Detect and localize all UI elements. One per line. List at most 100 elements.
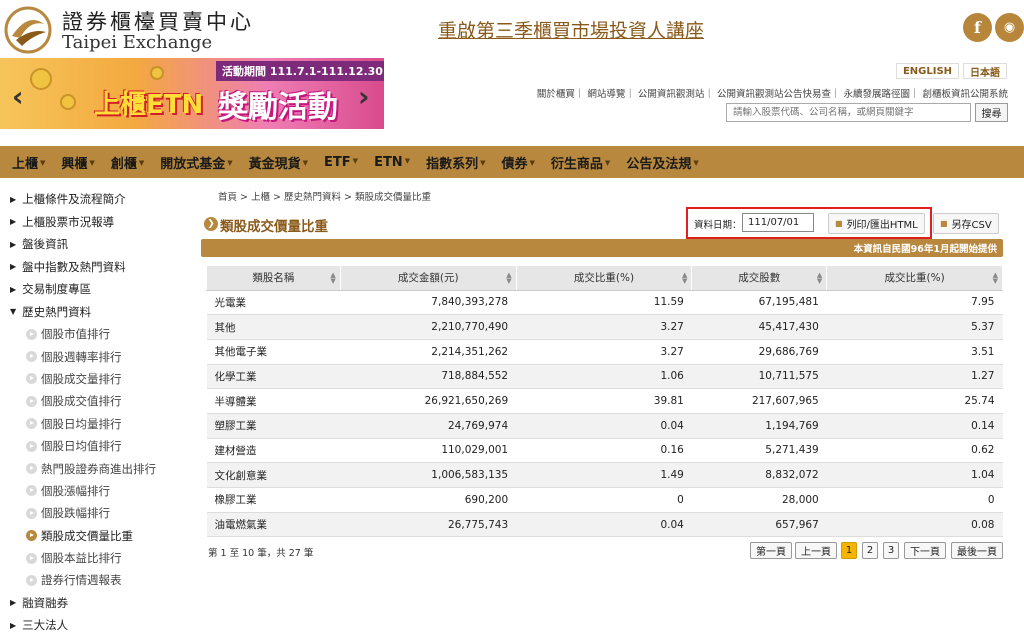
sidebar-item[interactable]: ▶ 上櫃股票市況報導 xyxy=(0,211,190,234)
sidebar-subitem-label: 個股本益比排行 xyxy=(41,551,122,566)
nav-item[interactable]: 衍生商品 ▼ xyxy=(551,153,610,172)
sort-icon: ▲ ▼ xyxy=(816,271,823,285)
cell-amount-ratio: 0.04 xyxy=(516,413,692,439)
column-header[interactable]: 成交股數 ▲ ▼ xyxy=(691,265,828,291)
print-export-button[interactable]: ■ 列印/匯出HTML xyxy=(828,213,925,234)
sidebar-item[interactable]: ▶ 上櫃條件及流程簡介 xyxy=(0,188,190,211)
caret-down-icon: ▼ xyxy=(604,158,611,167)
next-page-button[interactable]: 下一頁 xyxy=(904,542,946,559)
column-header[interactable]: 成交比重(%) ▲ ▼ xyxy=(826,265,1003,291)
sidebar-subitem-label: 個股日均值排行 xyxy=(41,439,122,454)
facebook-icon[interactable]: f xyxy=(963,13,992,42)
sidebar-subitem-active[interactable]: 類股成交價量比重 xyxy=(0,525,190,547)
table-row: 塑膠工業 24,769,974 0.04 1,194,769 0.14 xyxy=(206,413,1003,439)
cell-volume-ratio: 5.37 xyxy=(826,314,1003,340)
sidebar-item-label: 上櫃條件及流程簡介 xyxy=(22,192,126,207)
table-row: 文化創意業 1,006,583,135 1.49 8,832,072 1.04 xyxy=(206,462,1003,488)
table-row: 半導體業 26,921,650,269 39.81 217,607,965 25.74 xyxy=(206,388,1003,414)
first-page-button[interactable]: 第一頁 xyxy=(750,542,792,559)
cell-volume: 8,832,072 xyxy=(691,462,827,488)
nav-item[interactable]: ETN ▼ xyxy=(374,155,410,170)
save-csv-button[interactable]: ■ 另存CSV xyxy=(933,213,999,234)
caret-down-icon: ▼ xyxy=(352,156,359,165)
sidebar: ▶ 上櫃條件及流程簡介 ▶ 上櫃股票市況報導 ▶ 盤後資訊 ▶ 盤中指數及熱門資料 ▶ 交… xyxy=(0,188,190,637)
cell-volume: 45,417,430 xyxy=(691,314,827,340)
sidebar-subitem[interactable]: 個股成交值排行 xyxy=(0,390,190,412)
sidebar-subitem[interactable]: 個股市值排行 xyxy=(0,323,190,345)
headline-link[interactable]: 重啟第三季櫃買市場投資人講座 xyxy=(438,16,704,43)
column-header-label: 成交比重(%) xyxy=(573,272,635,285)
nav-item[interactable]: 公告及法規 ▼ xyxy=(626,153,698,172)
sidebar-subitem[interactable]: 個股週轉率排行 xyxy=(0,345,190,367)
nav-label: 指數系列 xyxy=(426,156,479,172)
cell-amount: 26,775,743 xyxy=(340,512,517,538)
page-button[interactable]: 2 xyxy=(862,542,878,559)
date-input[interactable]: 111/07/01 xyxy=(742,213,814,232)
sidebar-subitem[interactable]: 證券行情週報表 xyxy=(0,569,190,591)
sidebar-subitem[interactable]: 個股跌幅排行 xyxy=(0,502,190,524)
bullet-arrow-icon xyxy=(26,485,37,497)
sidebar-item[interactable]: ▶ 交易制度專區 xyxy=(0,278,190,301)
nav-label: ETN xyxy=(374,154,403,170)
search-input[interactable] xyxy=(726,103,971,122)
sidebar-subitem[interactable]: 個股漲幅排行 xyxy=(0,480,190,502)
last-page-button[interactable]: 最後一頁 xyxy=(951,542,1003,559)
nav-item[interactable]: 興櫃 ▼ xyxy=(61,153,94,172)
table-header-row: 類股名稱 ▲ ▼ 成交金額(元) ▲ ▼ 成交比重(%) ▲ ▼ 成交股數 ▲ ▼ 成交比重(%… xyxy=(206,265,1003,291)
nav-item[interactable]: 上櫃 ▼ xyxy=(12,153,45,172)
sidebar-item[interactable]: ▶ 三大法人 xyxy=(0,614,190,637)
sidebar-subitem[interactable]: 個股日均值排行 xyxy=(0,435,190,457)
english-link[interactable]: ENGLISH xyxy=(896,63,959,79)
breadcrumb[interactable]: 首頁 > 上櫃 > 歷史熱門資料 > 類股成交價量比重 xyxy=(218,189,431,203)
sidebar-item[interactable]: ▶ 融資融券 xyxy=(0,592,190,615)
promo-banner[interactable]: 活動期間 111.7.1-111.12.30 上櫃ETN 獎勵活動 ‹ › xyxy=(0,58,384,129)
sidebar-item-label: 歷史熱門資料 xyxy=(22,304,92,319)
page-button-active[interactable]: 1 xyxy=(841,542,857,559)
sidebar-subitem[interactable]: 熱門股證券商進出排行 xyxy=(0,457,190,479)
nav-label: 衍生商品 xyxy=(550,156,603,172)
nav-item[interactable]: 開放式基金 ▼ xyxy=(160,153,232,172)
cell-sector: 橡膠工業 xyxy=(206,487,341,513)
column-header[interactable]: 類股名稱 ▲ ▼ xyxy=(206,265,341,291)
sidebar-subitem[interactable]: 個股本益比排行 xyxy=(0,547,190,569)
table-row: 橡膠工業 690,200 0 28,000 0 xyxy=(206,487,1003,513)
table-row: 建材營造 110,029,001 0.16 5,271,439 0.62 xyxy=(206,438,1003,464)
banner-next-arrow-icon[interactable]: › xyxy=(358,80,370,113)
cell-volume: 217,607,965 xyxy=(691,388,827,414)
column-header[interactable]: 成交金額(元) ▲ ▼ xyxy=(339,265,517,291)
cell-volume: 28,000 xyxy=(691,487,827,513)
cell-amount: 2,210,770,490 xyxy=(340,314,517,340)
sidebar-subitem[interactable]: 個股日均量排行 xyxy=(0,413,190,435)
nav-item[interactable]: 債券 ▼ xyxy=(502,153,535,172)
prev-page-button[interactable]: 上一頁 xyxy=(795,542,837,559)
nav-item[interactable]: 指數系列 ▼ xyxy=(426,153,485,172)
top-links[interactable]: 關於櫃買｜ 網站導覽｜ 公開資訊觀測站｜ 公開資訊觀測站公告快易查｜ 永續發展路… xyxy=(537,86,1008,100)
triangle-right-icon: ▶ xyxy=(10,620,17,630)
japanese-link[interactable]: 日本語 xyxy=(963,63,1007,79)
rss-icon[interactable]: ◉ xyxy=(995,13,1024,42)
search-button[interactable]: 搜尋 xyxy=(975,103,1008,122)
nav-item[interactable]: ETF ▼ xyxy=(324,155,358,170)
arrow-circle-icon: ❯ xyxy=(204,217,218,231)
cell-amount: 26,921,650,269 xyxy=(340,388,517,414)
nav-item[interactable]: 黃金現貨 ▼ xyxy=(249,153,308,172)
triangle-right-icon: ▶ xyxy=(10,598,17,608)
sidebar-subitem[interactable]: 個股成交量排行 xyxy=(0,368,190,390)
cell-amount: 110,029,001 xyxy=(340,438,517,464)
column-header[interactable]: 成交比重(%) ▲ ▼ xyxy=(515,265,693,291)
page-button[interactable]: 3 xyxy=(883,542,899,559)
cell-amount-ratio: 39.81 xyxy=(516,388,692,414)
bullet-arrow-icon xyxy=(26,507,37,519)
cell-volume-ratio: 0.14 xyxy=(826,413,1003,439)
banner-prev-arrow-icon[interactable]: ‹ xyxy=(12,80,24,113)
banner-title-etn: 上櫃ETN xyxy=(94,90,204,120)
table-row: 其他 2,210,770,490 3.27 45,417,430 5.37 xyxy=(206,314,1003,340)
logo[interactable]: 證券櫃檯買賣中心 Taipei Exchange xyxy=(4,4,251,56)
sidebar-item-label: 盤後資訊 xyxy=(22,237,69,252)
cell-sector: 塑膠工業 xyxy=(206,413,341,439)
sidebar-item[interactable]: ▶ 盤中指數及熱門資料 xyxy=(0,256,190,279)
cell-sector: 化學工業 xyxy=(206,364,341,390)
sidebar-item[interactable]: ▶ 盤後資訊 xyxy=(0,233,190,256)
nav-item[interactable]: 創櫃 ▼ xyxy=(111,153,144,172)
sidebar-item-history[interactable]: ▼ 歷史熱門資料 xyxy=(0,301,190,324)
